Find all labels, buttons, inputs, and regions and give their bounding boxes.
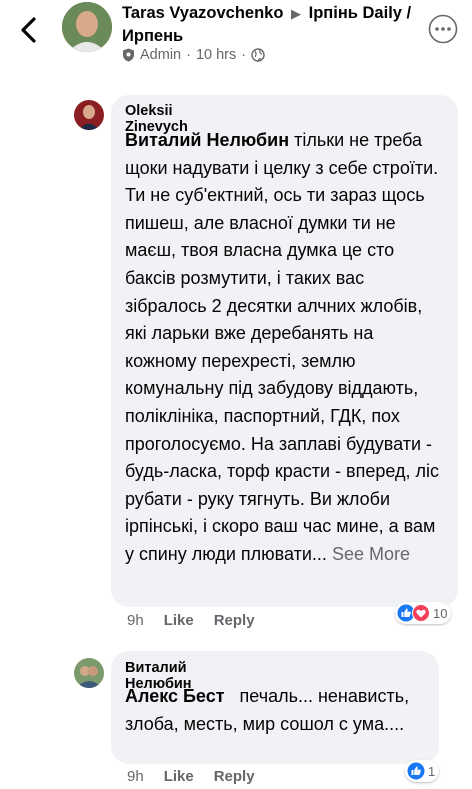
meta-separator: · (186, 47, 191, 63)
reply-button[interactable]: Reply (214, 612, 255, 629)
comment-time[interactable]: 9h (127, 768, 144, 785)
comment-time[interactable]: 9h (127, 612, 144, 629)
like-button[interactable]: Like (164, 612, 194, 629)
reaction-summary[interactable]: 1 (405, 760, 440, 782)
comment-actions: 9h Like Reply (127, 612, 255, 629)
comment-body: тільки не треба щоки надувати і целку з … (125, 130, 440, 564)
reply-button[interactable]: Reply (214, 768, 255, 785)
reaction-count: 1 (428, 763, 436, 779)
post-header: Taras Vyazovchenko ▶ Ірпінь Daily / Ирпе… (0, 0, 472, 78)
globe-icon (251, 48, 265, 62)
love-reaction-icon (412, 604, 430, 622)
author-name[interactable]: Taras Vyazovchenko (122, 4, 283, 22)
post-meta: Admin · 10 hrs · (122, 47, 265, 63)
post-title[interactable]: Taras Vyazovchenko ▶ Ірпінь Daily / Ирпе… (122, 2, 412, 47)
like-reaction-icon (407, 762, 425, 780)
post-time[interactable]: 10 hrs (196, 47, 236, 63)
meta-separator-2: · (241, 47, 247, 63)
mention-link[interactable]: Виталий Нелюбин (125, 130, 289, 150)
more-options-icon[interactable] (428, 14, 458, 44)
like-button[interactable]: Like (164, 768, 194, 785)
commenter-avatar[interactable] (74, 658, 104, 688)
reaction-summary[interactable]: 10 (395, 602, 452, 624)
back-arrow-icon[interactable] (14, 14, 46, 46)
comment-actions: 9h Like Reply (127, 768, 255, 785)
see-more-link[interactable]: See More (332, 544, 410, 564)
role-label: Admin (140, 47, 182, 63)
reaction-count: 10 (433, 605, 448, 621)
admin-shield-icon (123, 48, 134, 62)
comment-text: Алекс Бест печаль... ненависть, злоба, м… (125, 683, 429, 738)
share-to-icon: ▶ (291, 6, 302, 21)
comment-text: Виталий Нелюбин тільки не треба щоки над… (125, 127, 443, 569)
commenter-avatar[interactable] (74, 100, 104, 130)
mention-link[interactable]: Алекс Бест (125, 686, 225, 706)
author-avatar[interactable] (62, 2, 112, 52)
